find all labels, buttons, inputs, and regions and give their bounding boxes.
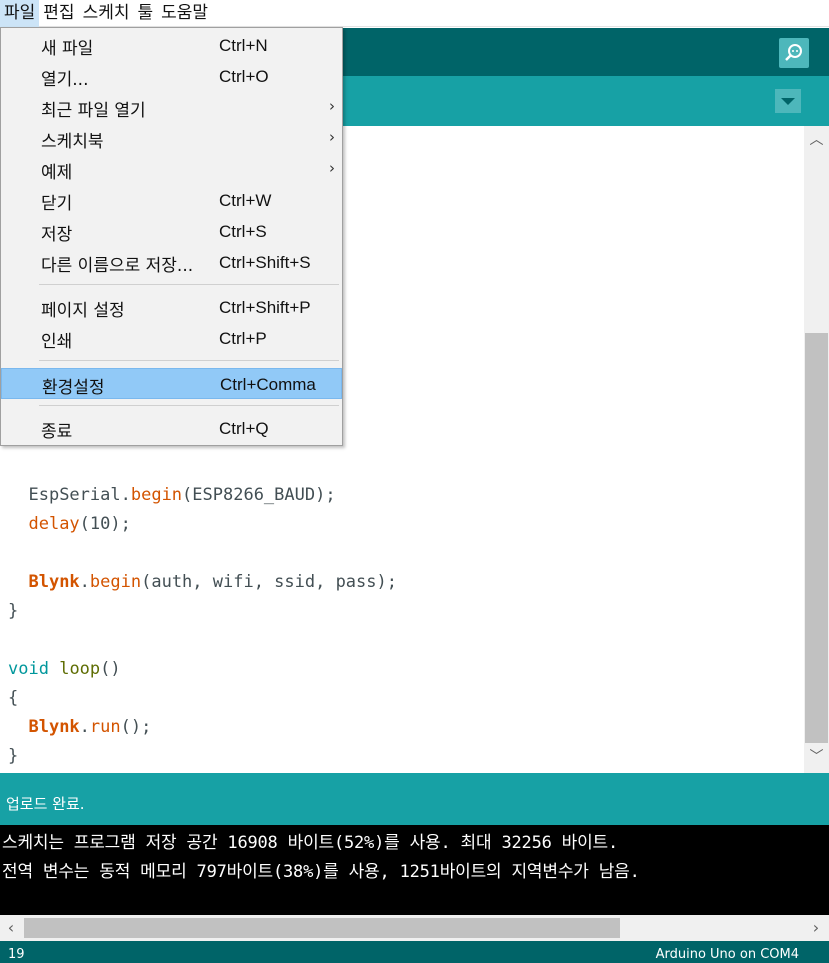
- menu-item-shortcut: Ctrl+Comma: [220, 375, 316, 394]
- code-token: delay: [28, 514, 80, 534]
- scrollbar-thumb[interactable]: [805, 333, 828, 743]
- menu-item-label: 새 파일: [41, 39, 94, 59]
- menu-item-shortcut: Ctrl+Shift+S: [219, 253, 311, 272]
- console-line: 전역 변수는 동적 메모리 797바이트(38%)를 사용, 1251바이트의 …: [2, 862, 640, 882]
- menu-file[interactable]: 파일: [0, 0, 40, 27]
- scroll-up-icon[interactable]: ︿: [804, 129, 829, 151]
- menu-item-close[interactable]: 닫기 Ctrl+W: [1, 185, 342, 216]
- code-line: Blynk.run();: [8, 713, 151, 742]
- magnifier-icon: [785, 44, 802, 61]
- code-line: EspSerial.begin(ESP8266_BAUD);: [8, 481, 336, 510]
- menu-item-examples[interactable]: 예제 ›: [1, 154, 342, 185]
- menu-item-shortcut: Ctrl+S: [219, 222, 267, 241]
- scroll-right-icon[interactable]: ›: [805, 915, 827, 941]
- code-token: ();: [120, 717, 152, 737]
- code-line: {: [8, 684, 18, 713]
- menu-separator: [39, 405, 339, 406]
- submenu-arrow-icon: ›: [329, 159, 335, 177]
- code-token: .: [120, 485, 131, 505]
- menu-bar: 파일 편집 스케치 툴 도움말: [0, 0, 829, 27]
- code-token: void: [8, 659, 49, 679]
- code-token: run: [89, 717, 121, 737]
- code-line: Blynk.begin(auth, wifi, ssid, pass);: [8, 568, 397, 597]
- scrollbar-thumb[interactable]: [24, 918, 620, 938]
- menu-item-print[interactable]: 인쇄 Ctrl+P: [1, 323, 342, 354]
- board-port-label: Arduino Uno on COM4: [655, 947, 799, 962]
- menu-item-save-as[interactable]: 다른 이름으로 저장... Ctrl+Shift+S: [1, 247, 342, 278]
- menu-separator: [39, 284, 339, 285]
- console-line: 스케치는 프로그램 저장 공간 16908 바이트(52%)를 사용. 최대 3…: [2, 833, 619, 853]
- menu-item-label: 최근 파일 열기: [41, 101, 146, 121]
- code-token: }: [8, 746, 19, 766]
- menu-item-page-setup[interactable]: 페이지 설정 Ctrl+Shift+P: [1, 292, 342, 323]
- menu-item-label: 다른 이름으로 저장...: [41, 256, 194, 276]
- scroll-left-icon[interactable]: ‹: [0, 915, 22, 941]
- menu-item-shortcut: Ctrl+Shift+P: [219, 298, 311, 317]
- serial-monitor-button[interactable]: [779, 38, 809, 68]
- scroll-down-icon[interactable]: ﹀: [804, 746, 829, 768]
- tab-menu-dropdown-button[interactable]: [775, 89, 801, 113]
- menu-item-label: 페이지 설정: [41, 301, 125, 321]
- menu-item-label: 예제: [41, 163, 73, 183]
- status-message: 업로드 완료.: [6, 795, 85, 813]
- code-token: (ESP8266_BAUD);: [182, 485, 336, 505]
- status-bar: 업로드 완료.: [0, 773, 829, 825]
- menu-item-label: 저장: [41, 225, 73, 245]
- code-token: EspSerial: [28, 485, 121, 505]
- code-token: (auth, wifi, ssid, pass);: [141, 572, 397, 592]
- menu-item-save[interactable]: 저장 Ctrl+S: [1, 216, 342, 247]
- code-line: void loop(): [8, 655, 121, 684]
- code-token: Blynk: [28, 717, 80, 737]
- code-line: delay(10);: [8, 510, 131, 539]
- menu-item-label: 스케치북: [41, 132, 104, 152]
- code-line: }: [8, 742, 18, 771]
- menu-item-label: 환경설정: [42, 378, 105, 398]
- menu-sketch[interactable]: 스케치: [79, 0, 134, 27]
- menu-item-label: 열기...: [41, 70, 89, 90]
- submenu-arrow-icon: ›: [329, 128, 335, 146]
- menu-item-shortcut: Ctrl+P: [219, 329, 267, 348]
- code-token: begin: [89, 572, 142, 592]
- file-menu-dropdown: 새 파일 Ctrl+N 열기... Ctrl+O 최근 파일 열기 › 스케치북…: [0, 27, 343, 446]
- code-token: .: [79, 572, 90, 592]
- menu-item-shortcut: Ctrl+W: [219, 191, 272, 210]
- menu-help[interactable]: 도움말: [157, 0, 212, 27]
- menu-item-label: 닫기: [41, 194, 73, 214]
- menu-tools[interactable]: 툴: [133, 0, 157, 27]
- code-token: }: [8, 601, 19, 621]
- menu-item-shortcut: Ctrl+Q: [219, 419, 269, 438]
- menu-item-quit[interactable]: 종료 Ctrl+Q: [1, 413, 342, 444]
- menu-item-shortcut: Ctrl+O: [219, 67, 269, 86]
- code-token: .: [79, 717, 90, 737]
- footer-bar: 19 Arduino Uno on COM4: [0, 941, 829, 963]
- code-token: loop: [59, 659, 101, 679]
- console-output[interactable]: 스케치는 프로그램 저장 공간 16908 바이트(52%)를 사용. 최대 3…: [0, 825, 829, 915]
- editor-vertical-scrollbar[interactable]: ︿ ﹀: [804, 126, 829, 773]
- menu-item-open[interactable]: 열기... Ctrl+O: [1, 61, 342, 92]
- menu-item-shortcut: Ctrl+N: [219, 36, 268, 55]
- menu-item-preferences[interactable]: 환경설정 Ctrl+Comma: [1, 368, 342, 399]
- code-token: {: [8, 688, 19, 708]
- menu-separator: [39, 360, 339, 361]
- submenu-arrow-icon: ›: [329, 97, 335, 115]
- code-token: (): [100, 659, 121, 679]
- line-number: 19: [8, 947, 25, 962]
- code-line: }: [8, 597, 18, 626]
- menu-item-label: 인쇄: [41, 332, 73, 352]
- menu-item-sketchbook[interactable]: 스케치북 ›: [1, 123, 342, 154]
- menu-item-new[interactable]: 새 파일 Ctrl+N: [1, 30, 342, 61]
- code-token: begin: [130, 485, 183, 505]
- menu-edit[interactable]: 편집: [39, 0, 78, 27]
- code-token: (10);: [79, 514, 131, 534]
- menu-item-open-recent[interactable]: 최근 파일 열기 ›: [1, 92, 342, 123]
- menu-item-label: 종료: [41, 422, 73, 442]
- console-horizontal-scrollbar[interactable]: ‹ ›: [0, 915, 829, 941]
- code-token: Blynk: [28, 572, 80, 592]
